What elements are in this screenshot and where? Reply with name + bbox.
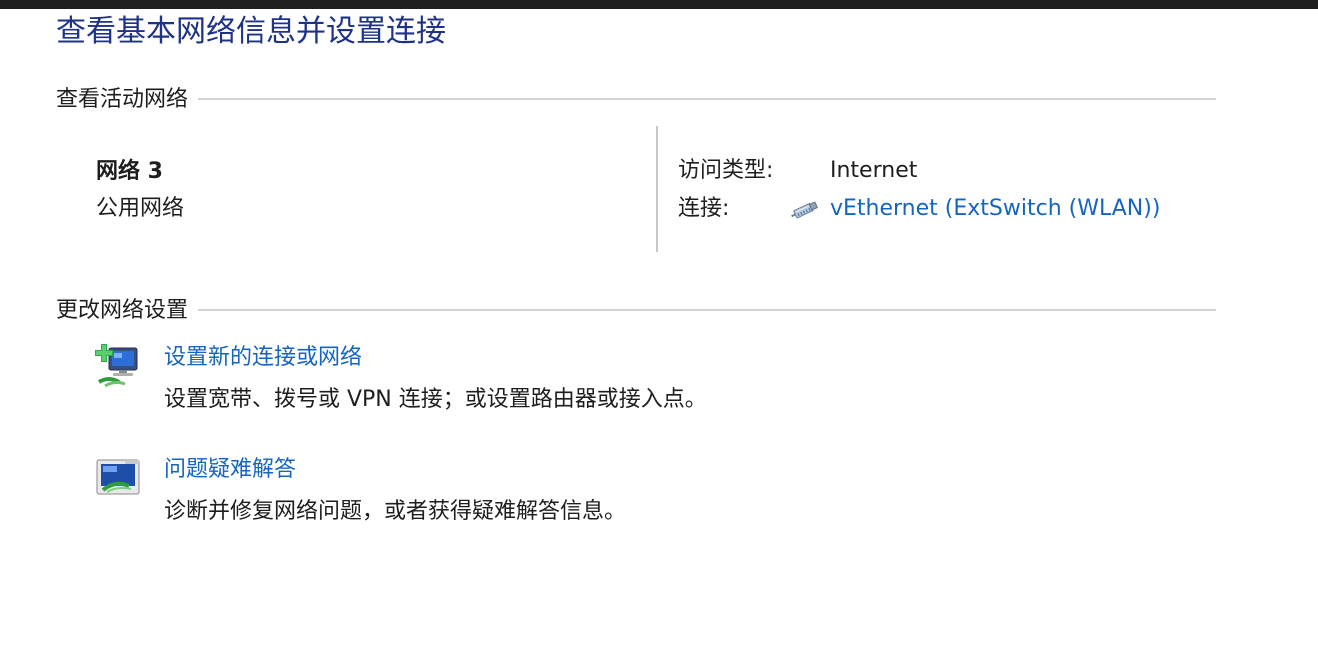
page-title: 查看基本网络信息并设置连接	[56, 14, 446, 49]
change-settings-section-header: 更改网络设置	[56, 293, 1216, 323]
ethernet-cable-icon	[790, 198, 824, 220]
new-connection-icon	[95, 342, 141, 388]
network-name: 网络 3	[96, 159, 163, 184]
troubleshoot-description: 诊断并修复网络问题，或者获得疑难解答信息。	[164, 499, 627, 524]
access-type-value: Internet	[830, 158, 918, 183]
window-top-bar	[0, 0, 1318, 9]
section-divider	[198, 309, 1216, 311]
setup-new-connection-link[interactable]: 设置新的连接或网络	[164, 343, 362, 373]
vertical-divider	[656, 126, 658, 252]
section-divider	[198, 98, 1216, 100]
setup-new-connection-description: 设置宽带、拨号或 VPN 连接；或设置路由器或接入点。	[164, 387, 707, 412]
connections-label: 连接:	[678, 196, 730, 221]
connection-link[interactable]: vEthernet (ExtSwitch (WLAN))	[830, 194, 1160, 224]
active-networks-section-header: 查看活动网络	[56, 82, 1216, 112]
troubleshoot-icon	[95, 456, 141, 502]
change-settings-heading: 更改网络设置	[56, 298, 189, 323]
network-category: 公用网络	[96, 196, 185, 221]
access-type-label: 访问类型:	[678, 158, 774, 183]
active-networks-heading: 查看活动网络	[56, 87, 189, 112]
troubleshoot-link[interactable]: 问题疑难解答	[164, 455, 296, 485]
